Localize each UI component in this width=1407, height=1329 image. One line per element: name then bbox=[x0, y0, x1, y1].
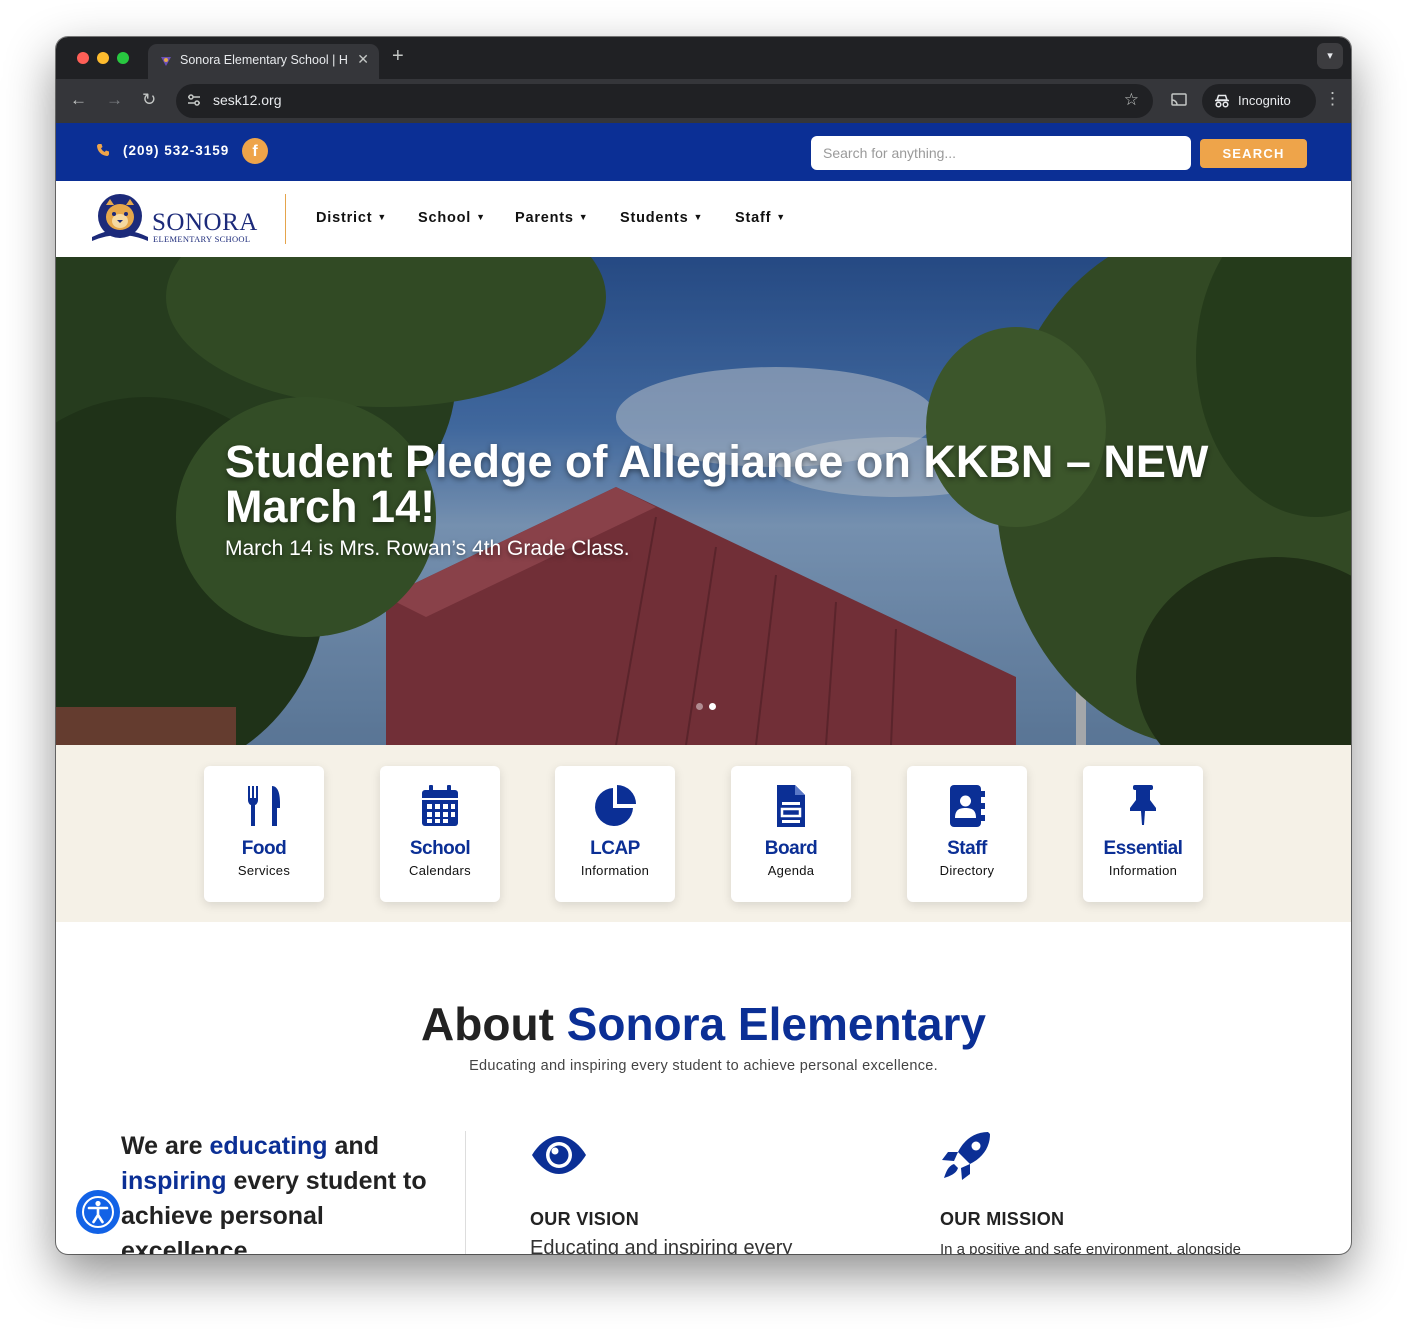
maximize-window-button[interactable] bbox=[117, 52, 129, 64]
hero-subtitle: March 14 is Mrs. Rowan’s 4th Grade Class… bbox=[225, 537, 630, 560]
quick-links-section: Food Services School Calendars LCAP Info… bbox=[56, 745, 1351, 922]
browser-toolbar: ← → ↻ sesk12.org ☆ Incognito ⋮ bbox=[56, 79, 1351, 123]
pie-chart-icon bbox=[595, 785, 636, 826]
minimize-window-button[interactable] bbox=[97, 52, 109, 64]
site-settings-icon[interactable] bbox=[186, 92, 202, 108]
nav-staff[interactable]: Staff ▼ bbox=[735, 210, 786, 226]
chevron-down-icon: ▼ bbox=[578, 212, 589, 222]
address-bar[interactable]: sesk12.org ☆ bbox=[176, 84, 1153, 118]
bookmark-star-icon[interactable]: ☆ bbox=[1124, 90, 1139, 110]
logo-subtitle: ELEMENTARY SCHOOL bbox=[153, 234, 251, 244]
phone-icon bbox=[97, 144, 109, 156]
tagline-part: and bbox=[334, 1132, 379, 1160]
nav-parents[interactable]: Parents ▼ bbox=[515, 210, 589, 226]
about-heading-accent: Sonora Elementary bbox=[566, 998, 986, 1050]
vision-heading: OUR VISION bbox=[530, 1209, 640, 1229]
nav-label: Students bbox=[620, 210, 689, 226]
more-menu-icon[interactable]: ⋮ bbox=[1324, 89, 1341, 109]
cast-icon[interactable] bbox=[1170, 92, 1188, 108]
facebook-icon[interactable]: f bbox=[242, 138, 268, 164]
main-navigation: SONORA ELEMENTARY SCHOOL District ▼ Schoo… bbox=[56, 181, 1351, 257]
forward-arrow-icon[interactable]: → bbox=[106, 90, 123, 110]
site-search-input[interactable] bbox=[811, 136, 1191, 170]
quicklink-title: Board bbox=[764, 838, 818, 859]
about-tagline: We are educating and inspiring every stu… bbox=[121, 1129, 451, 1254]
nav-label: Parents bbox=[515, 210, 574, 226]
quicklink-title: LCAP bbox=[590, 838, 640, 859]
quicklink-subtitle: Information bbox=[1108, 863, 1178, 878]
slide-dot-active[interactable] bbox=[709, 703, 716, 710]
quicklink-staff-directory[interactable]: Staff Directory bbox=[907, 766, 1027, 902]
accessibility-button[interactable] bbox=[76, 1190, 120, 1234]
quicklink-food-services[interactable]: Food Services bbox=[204, 766, 324, 902]
chevron-down-icon: ▼ bbox=[377, 212, 388, 222]
nav-school[interactable]: School ▼ bbox=[418, 210, 486, 226]
chevron-down-icon: ▼ bbox=[693, 212, 704, 222]
quicklink-school-calendars[interactable]: School Calendars bbox=[380, 766, 500, 902]
mission-text: In a positive and safe environment, alon… bbox=[940, 1241, 1242, 1254]
mission-heading: OUR MISSION bbox=[940, 1209, 1065, 1229]
calendar-icon bbox=[422, 785, 458, 826]
chevron-down-icon: ▼ bbox=[776, 212, 786, 222]
chevron-down-icon: ▼ bbox=[476, 212, 486, 222]
eye-icon bbox=[532, 1136, 586, 1174]
accessibility-icon bbox=[82, 1196, 114, 1228]
tab-title: Sonora Elementary School | H bbox=[180, 53, 348, 67]
about-heading: About Sonora Elementary bbox=[56, 997, 1351, 1051]
quicklink-subtitle: Information bbox=[580, 863, 650, 878]
quicklink-board-agenda[interactable]: Board Agenda bbox=[731, 766, 851, 902]
quicklink-title: Staff bbox=[947, 838, 987, 859]
bobcat-mascot-icon bbox=[92, 194, 148, 241]
nav-district[interactable]: District ▼ bbox=[316, 210, 387, 226]
hero-title[interactable]: Student Pledge of Allegiance on KKBN – N… bbox=[225, 439, 1215, 529]
utility-bar: (209) 532-3159 f SEARCH bbox=[56, 123, 1351, 181]
quicklink-subtitle: Calendars bbox=[409, 863, 471, 878]
nav-label: Staff bbox=[735, 210, 772, 226]
about-divider bbox=[465, 1131, 466, 1254]
quicklink-subtitle: Directory bbox=[939, 863, 995, 878]
tagline-accent: inspiring bbox=[121, 1167, 227, 1195]
slide-dot[interactable] bbox=[696, 703, 703, 710]
browser-tab[interactable]: Sonora Elementary School | H ✕ bbox=[148, 44, 379, 79]
tab-strip: Sonora Elementary School | H ✕ + ▾ bbox=[56, 37, 1351, 79]
tagline-accent: educating bbox=[209, 1132, 328, 1160]
search-button[interactable]: SEARCH bbox=[1200, 139, 1307, 168]
utensils-icon bbox=[248, 786, 280, 826]
reload-icon[interactable]: ↻ bbox=[142, 90, 156, 110]
document-icon bbox=[777, 785, 805, 827]
quicklink-title: School bbox=[409, 838, 471, 859]
school-favicon-icon bbox=[161, 57, 171, 66]
quicklink-lcap-information[interactable]: LCAP Information bbox=[555, 766, 675, 902]
incognito-icon bbox=[1215, 94, 1229, 108]
nav-label: District bbox=[316, 210, 373, 226]
url-text: sesk12.org bbox=[213, 92, 282, 108]
quicklink-subtitle: Services bbox=[237, 863, 291, 878]
tab-search-chevron-icon[interactable]: ▾ bbox=[1317, 43, 1343, 69]
incognito-badge[interactable]: Incognito bbox=[1202, 84, 1316, 118]
close-window-button[interactable] bbox=[77, 52, 89, 64]
tagline-part: We are bbox=[121, 1132, 203, 1160]
pushpin-icon bbox=[1130, 785, 1156, 825]
address-book-icon bbox=[950, 785, 985, 827]
browser-window: Sonora Elementary School | H ✕ + ▾ ← → ↻… bbox=[56, 37, 1351, 1254]
quicklink-title: Food bbox=[241, 838, 287, 859]
about-subtitle: Educating and inspiring every student to… bbox=[469, 1058, 938, 1074]
incognito-label: Incognito bbox=[1238, 93, 1291, 108]
school-logo[interactable]: SONORA ELEMENTARY SCHOOL bbox=[88, 193, 258, 245]
rocket-icon bbox=[942, 1132, 990, 1180]
new-tab-icon[interactable]: + bbox=[392, 45, 404, 68]
nav-students[interactable]: Students ▼ bbox=[620, 210, 703, 226]
quicklink-essential-information[interactable]: Essential Information bbox=[1083, 766, 1203, 902]
nav-label: School bbox=[418, 210, 472, 226]
about-heading-plain: About bbox=[421, 998, 554, 1050]
logo-wordmark: SONORA bbox=[152, 209, 258, 236]
hero-slider[interactable]: Student Pledge of Allegiance on KKBN – N… bbox=[56, 257, 1351, 745]
tab-close-icon[interactable]: ✕ bbox=[357, 51, 369, 68]
back-arrow-icon[interactable]: ← bbox=[70, 90, 87, 110]
quicklink-subtitle: Agenda bbox=[767, 863, 815, 878]
phone-number-link[interactable]: (209) 532-3159 bbox=[123, 143, 229, 158]
nav-divider bbox=[285, 194, 286, 244]
quicklink-title: Essential bbox=[1103, 838, 1183, 859]
vision-text: Educating and inspiring every bbox=[530, 1237, 793, 1254]
